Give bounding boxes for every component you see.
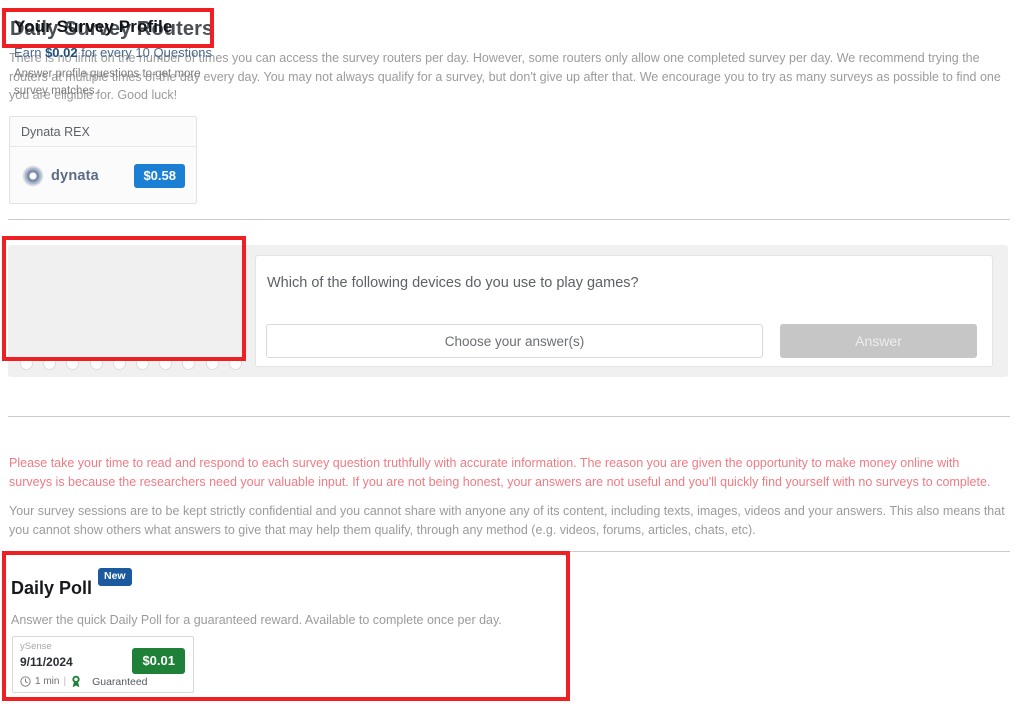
confidentiality-notice: Your survey sessions are to be kept stri… bbox=[9, 504, 1005, 537]
profile-progress-dot bbox=[43, 357, 57, 370]
survey-router-card[interactable]: Dynata REX dynata $0.58 bbox=[9, 116, 197, 204]
new-badge: New bbox=[98, 568, 132, 586]
earn-suffix: for every 10 Questions bbox=[77, 45, 213, 60]
earn-amount: $0.02 bbox=[45, 45, 78, 60]
award-ribbon-icon bbox=[72, 675, 80, 688]
divider-profile bbox=[8, 416, 1010, 417]
profile-progress-dots bbox=[20, 357, 242, 370]
profile-progress-dot bbox=[135, 357, 149, 370]
poll-meta-separator: | bbox=[63, 676, 67, 687]
poll-price-badge[interactable]: $0.01 bbox=[132, 648, 185, 674]
profile-progress-dot bbox=[66, 357, 80, 370]
profile-progress-dot bbox=[205, 357, 219, 370]
poll-duration: 1 min bbox=[35, 676, 60, 687]
survey-profile-heading: Your Survey Profile bbox=[14, 17, 173, 36]
profile-progress-dot bbox=[89, 357, 103, 370]
poll-meta-row: 1 min | Guaranteed bbox=[20, 675, 148, 688]
profile-question-card: Which of the following devices do you us… bbox=[255, 255, 993, 367]
answer-submit-button[interactable]: Answer bbox=[780, 324, 977, 358]
daily-poll-title: Daily Poll bbox=[11, 578, 93, 598]
profile-progress-dot bbox=[182, 357, 196, 370]
divider-routers bbox=[8, 219, 1010, 220]
dynata-mark-icon bbox=[22, 165, 44, 186]
daily-poll-card[interactable]: ySense 9/11/2024 1 min | Guaranteed $0.0… bbox=[12, 636, 194, 693]
profile-question-text: Which of the following devices do you us… bbox=[267, 275, 639, 291]
dynata-wordmark: dynata bbox=[51, 167, 99, 184]
page-root: Daily Survey Routers There is no limit o… bbox=[0, 0, 1024, 708]
router-card-title: Dynata REX bbox=[10, 117, 196, 147]
profile-progress-dot bbox=[112, 357, 126, 370]
clock-icon bbox=[20, 676, 31, 687]
router-price-badge[interactable]: $0.58 bbox=[134, 163, 185, 188]
truthful-answers-notice: Please take your time to read and respon… bbox=[9, 456, 991, 489]
daily-poll-description: Answer the quick Daily Poll for a guaran… bbox=[11, 613, 502, 627]
profile-progress-dot bbox=[159, 357, 173, 370]
dynata-logo: dynata bbox=[22, 165, 99, 187]
profile-progress-dot bbox=[20, 357, 33, 370]
answer-select-dropdown[interactable]: Choose your answer(s) bbox=[266, 324, 763, 358]
earn-prefix: Earn bbox=[14, 45, 46, 60]
profile-progress-dot bbox=[228, 357, 242, 370]
divider-notices bbox=[8, 551, 1010, 552]
poll-date: 9/11/2024 bbox=[20, 655, 73, 669]
router-card-body: dynata $0.58 bbox=[10, 147, 196, 204]
survey-profile-subtext: Answer profile questions to get more sur… bbox=[14, 68, 201, 97]
survey-profile-earn-line: Earn $0.02 for every 10 Questions bbox=[14, 45, 212, 60]
poll-reward-type: Guaranteed bbox=[92, 675, 148, 688]
poll-provider-label: ySense bbox=[20, 641, 52, 652]
